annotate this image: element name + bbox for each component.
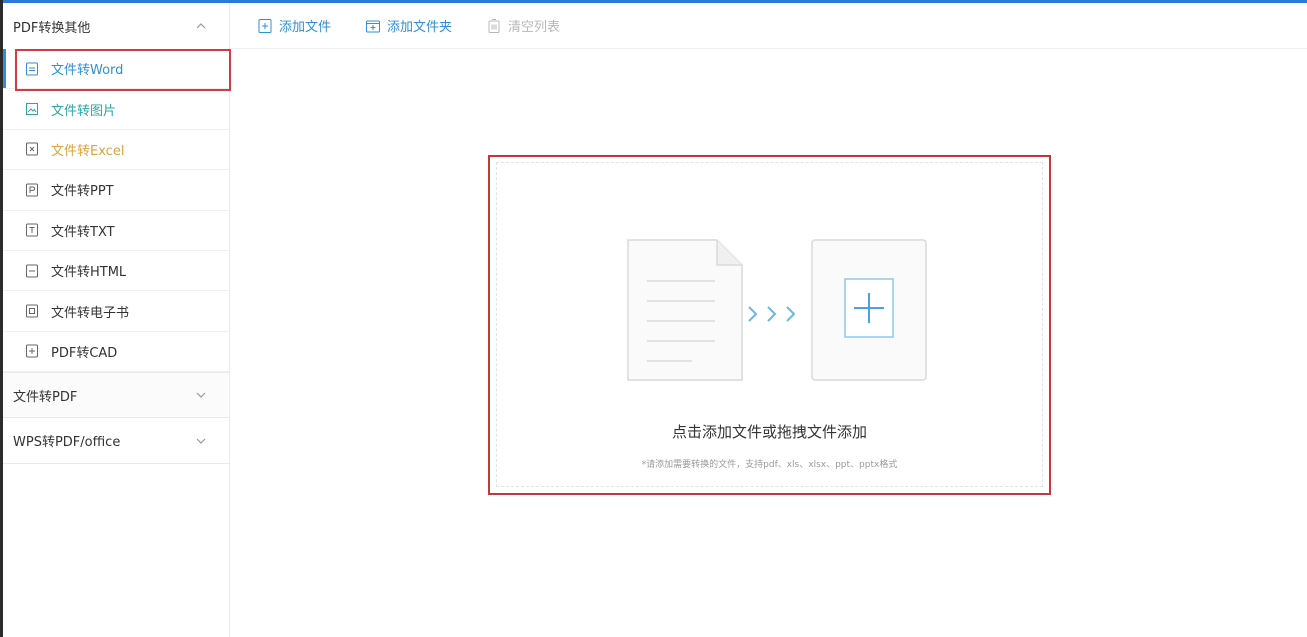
ebook-file-icon xyxy=(25,304,39,318)
add-file-button[interactable]: 添加文件 xyxy=(257,16,331,35)
image-file-icon xyxy=(25,102,39,116)
sidebar-item-file-to-txt[interactable]: 文件转TXT xyxy=(3,211,229,251)
group-label: 文件转PDF xyxy=(13,389,78,405)
cad-file-icon xyxy=(25,344,39,358)
sidebar-item-label: 文件转Excel xyxy=(51,143,125,159)
group-label: PDF转换其他 xyxy=(13,20,91,36)
sidebar-item-pdf-to-cad[interactable]: PDF转CAD xyxy=(3,332,229,373)
sidebar-item-label: PDF转CAD xyxy=(51,345,118,361)
group-file-to-pdf[interactable]: 文件转PDF xyxy=(3,372,229,419)
drop-zone-hint: *请添加需要转换的文件，支持pdf、xls、xlsx、ppt、pptx格式 xyxy=(641,460,898,470)
sidebar-item-file-to-excel[interactable]: 文件转Excel xyxy=(3,130,229,171)
trash-icon xyxy=(486,18,502,34)
add-folder-icon xyxy=(365,18,381,34)
file-drop-zone[interactable]: 点击添加文件或拖拽文件添加 *请添加需要转换的文件，支持pdf、xls、xlsx… xyxy=(488,155,1051,495)
clear-list-label: 清空列表 xyxy=(508,20,561,35)
add-file-icon xyxy=(257,18,273,34)
group-label: WPS转PDF/office xyxy=(13,435,121,451)
sidebar-item-file-to-html[interactable]: 文件转HTML xyxy=(3,251,229,292)
document-icon xyxy=(627,239,743,381)
chevron-up-icon xyxy=(193,18,209,34)
chevron-down-icon xyxy=(193,433,209,449)
sidebar-item-label: 文件转图片 xyxy=(51,103,117,119)
excel-file-icon xyxy=(25,142,39,156)
chevron-down-icon xyxy=(193,387,209,403)
arrow-right-icon xyxy=(748,306,796,322)
word-file-icon xyxy=(25,62,39,76)
sidebar-item-label: 文件转电子书 xyxy=(51,305,130,321)
add-folder-label: 添加文件夹 xyxy=(387,20,453,35)
html-file-icon xyxy=(25,264,39,278)
add-file-placeholder-icon xyxy=(811,239,927,381)
clear-list-button[interactable]: 清空列表 xyxy=(486,16,560,35)
group-wps-to-pdf-office[interactable]: WPS转PDF/office xyxy=(3,418,229,465)
convert-illustration xyxy=(627,239,927,381)
drop-zone-title: 点击添加文件或拖拽文件添加 xyxy=(671,423,867,441)
drop-zone-inner: 点击添加文件或拖拽文件添加 *请添加需要转换的文件，支持pdf、xls、xlsx… xyxy=(496,162,1043,487)
add-file-label: 添加文件 xyxy=(279,20,332,35)
sidebar-item-file-to-ppt[interactable]: 文件转PPT xyxy=(3,170,229,211)
toolbar: 添加文件 添加文件夹 清空列表 xyxy=(231,3,1307,49)
sidebar-item-file-to-ebook[interactable]: 文件转电子书 xyxy=(3,291,229,332)
sidebar-item-label: 文件转PPT xyxy=(51,184,114,200)
sidebar-item-label: 文件转HTML xyxy=(51,265,127,281)
sidebar: PDF转换其他 文件转Word 文件转图片 文件转Excel 文件转PPT 文件… xyxy=(3,3,231,637)
sidebar-item-label: 文件转Word xyxy=(51,63,124,79)
ppt-file-icon xyxy=(25,183,39,197)
txt-file-icon xyxy=(25,223,39,237)
sidebar-item-file-to-word[interactable]: 文件转Word xyxy=(3,49,231,91)
sidebar-item-label: 文件转TXT xyxy=(51,224,115,240)
sidebar-item-file-to-image[interactable]: 文件转图片 xyxy=(3,89,229,130)
add-folder-button[interactable]: 添加文件夹 xyxy=(365,16,452,35)
group-pdf-convert-other[interactable]: PDF转换其他 xyxy=(3,3,229,49)
